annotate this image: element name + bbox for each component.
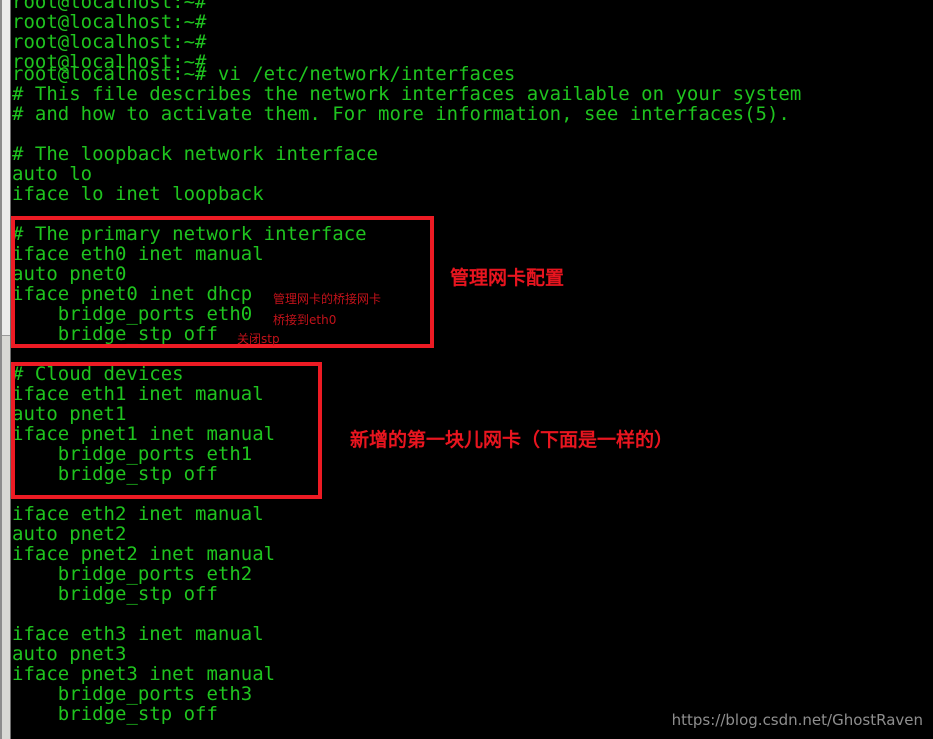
terminal-line: iface pnet1 inet manual — [12, 423, 276, 445]
terminal-line: root@localhost:~# — [12, 11, 207, 33]
annotation-note-bridge-to-eth0: 桥接到eth0 — [273, 313, 337, 327]
terminal-line: auto pnet3 — [12, 643, 127, 665]
terminal-line: auto lo — [12, 163, 93, 185]
terminal-line: iface pnet2 inet manual — [12, 543, 276, 565]
scrollbar-thumb[interactable] — [2, 0, 10, 336]
annotation-label-cloud-nic: 新增的第一块儿网卡（下面是一样的） — [350, 429, 674, 451]
terminal-line: bridge_stp off — [12, 583, 218, 605]
terminal-line: iface eth3 inet manual — [12, 623, 264, 645]
terminal-line: # The loopback network interface — [12, 143, 379, 165]
annotation-label-management-nic: 管理网卡配置 — [450, 267, 565, 289]
terminal-scrollbar[interactable] — [0, 0, 11, 739]
annotation-note-stp-off: 关闭stp — [237, 332, 280, 346]
terminal-line: root@localhost:~# vi /etc/network/interf… — [12, 63, 516, 85]
terminal-line: bridge_ports eth3 — [12, 683, 253, 705]
terminal-line: iface eth1 inet manual — [12, 383, 264, 405]
terminal-line: root@localhost:~# — [12, 31, 207, 53]
terminal-line: iface eth2 inet manual — [12, 503, 264, 525]
terminal-line: iface lo inet loopback — [12, 183, 264, 205]
terminal-line: bridge_stp off — [12, 463, 218, 485]
terminal-line: bridge_stp off — [12, 703, 218, 725]
terminal-line: # This file describes the network interf… — [12, 83, 802, 105]
terminal-line: bridge_ports eth0 — [12, 303, 253, 325]
terminal-line: auto pnet0 — [12, 263, 127, 285]
terminal-line: bridge_ports eth2 — [12, 563, 253, 585]
terminal-line: bridge_ports eth1 — [12, 443, 253, 465]
watermark: https://blog.csdn.net/GhostRaven — [671, 711, 923, 729]
terminal-line: auto pnet1 — [12, 403, 127, 425]
terminal-line: # The primary network interface — [12, 223, 367, 245]
terminal-line: iface pnet0 inet dhcp — [12, 283, 253, 305]
terminal-line: iface eth0 inet manual — [12, 243, 264, 265]
terminal-line: auto pnet2 — [12, 523, 127, 545]
terminal-text-area[interactable]: root@localhost:~# root@localhost:~# root@l… — [12, 0, 933, 739]
terminal-screenshot: root@localhost:~# root@localhost:~# root@l… — [0, 0, 933, 739]
terminal-line: bridge_stp off — [12, 323, 218, 345]
annotation-note-bridge-nic: 管理网卡的桥接网卡 — [273, 292, 382, 306]
terminal-line: # and how to activate them. For more inf… — [12, 103, 790, 125]
terminal-line: iface pnet3 inet manual — [12, 663, 276, 685]
terminal-line: # Cloud devices — [12, 363, 184, 385]
